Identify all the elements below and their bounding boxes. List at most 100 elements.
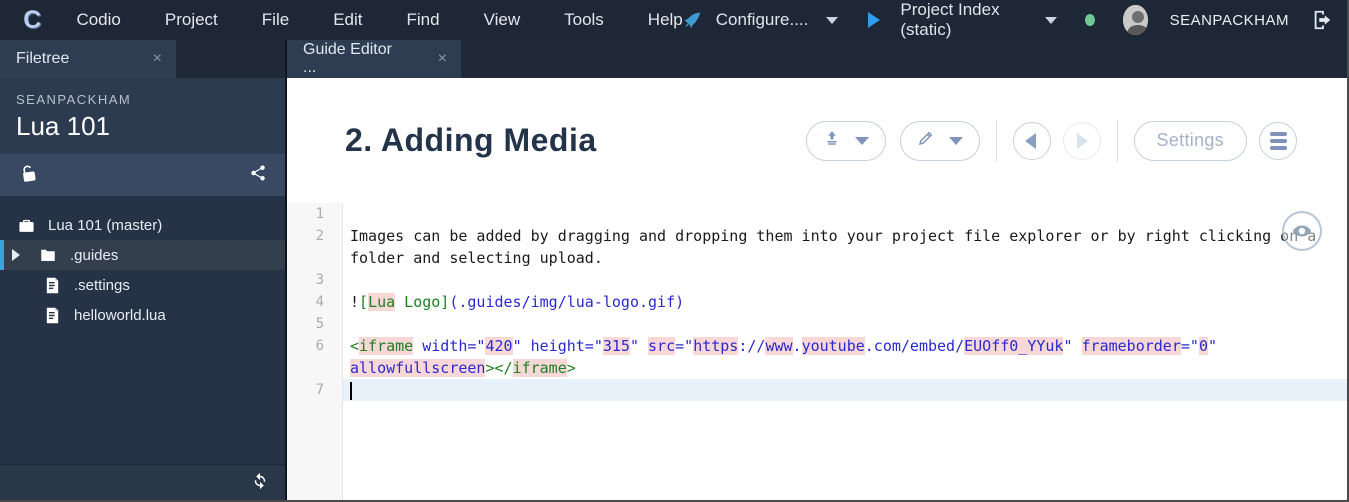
avatar[interactable] (1123, 5, 1148, 35)
editor-panel: Guide Editor ... × 2. Adding Media Setti… (285, 40, 1347, 500)
top-menu-bar: C Codio Project File Edit Find View Tools Help … (0, 0, 1347, 40)
upload-dropdown-button[interactable] (805, 120, 886, 161)
code-line-5[interactable]: 5 (287, 313, 1347, 335)
preview-eye-icon (1292, 225, 1312, 237)
filetree-toolbar (0, 154, 285, 196)
gutter (287, 401, 343, 500)
code-line-2[interactable]: 2 Images can be added by dragging and dro… (287, 225, 1347, 269)
line-number: 7 (287, 379, 343, 401)
code-line-7[interactable]: 7 (287, 379, 1347, 401)
menu-button[interactable] (1259, 121, 1297, 160)
hamburger-icon (1269, 131, 1287, 150)
line-number: 5 (287, 313, 343, 335)
topbar-right: Configure.... Project Index (static) SEA… (683, 0, 1333, 40)
filetree-panel: Filetree × SEANPACKHAM Lua 101 Lua 101 (… (0, 40, 285, 500)
configure-caret-icon[interactable] (826, 16, 839, 24)
menu-tools[interactable]: Tools (564, 10, 604, 30)
line-content[interactable] (343, 203, 1347, 225)
guide-editor-content: 2. Adding Media Settings 1 2 Images can … (287, 78, 1347, 500)
tab-guide-editor-label: Guide Editor ... (303, 41, 392, 76)
close-icon[interactable]: × (438, 50, 447, 68)
page-title: 2. Adding Media (345, 122, 597, 158)
tab-guide-editor[interactable]: Guide Editor ... × (287, 40, 461, 78)
main-menus: Codio Project File Edit Find View Tools Help (76, 10, 682, 30)
code-line-1[interactable]: 1 (287, 203, 1347, 225)
project-header: SEANPACKHAM Lua 101 (0, 78, 285, 154)
tree-item--guides[interactable]: .guides (0, 240, 285, 270)
briefcase-icon (16, 217, 36, 234)
file-icon (42, 277, 62, 294)
tree-item-helloworld-lua[interactable]: helloworld.lua (0, 300, 285, 330)
line-content[interactable]: Images can be added by dragging and drop… (343, 225, 1347, 269)
line-number: 3 (287, 269, 343, 291)
tab-filetree[interactable]: Filetree × (0, 40, 176, 78)
editor-empty-area[interactable] (287, 401, 1347, 500)
sidebar-tabbar: Filetree × (0, 40, 285, 78)
file-icon (42, 307, 62, 324)
upload-icon (823, 129, 841, 152)
tab-filetree-label: Filetree (16, 50, 70, 67)
code-line-4[interactable]: 4 ![Lua Logo](.guides/img/lua-logo.gif) (287, 291, 1347, 313)
codio-logo-icon[interactable]: C (18, 5, 46, 35)
line-content[interactable] (343, 379, 1347, 401)
guide-toolbar: Settings (805, 119, 1297, 162)
line-content[interactable]: ![Lua Logo](.guides/img/lua-logo.gif) (343, 291, 1347, 313)
code-line-6[interactable]: 6 <iframe width="420" height="315" src="h… (287, 335, 1347, 379)
line-number: 1 (287, 203, 343, 225)
project-title: Lua 101 (16, 111, 110, 141)
settings-button[interactable]: Settings (1133, 120, 1247, 161)
menu-project[interactable]: Project (165, 10, 218, 30)
tree-item-label: .guides (70, 246, 119, 264)
toolbar-divider (995, 119, 997, 162)
tree-item-label: Lua 101 (master) (48, 216, 163, 234)
refresh-icon[interactable] (251, 472, 269, 495)
logout-icon[interactable] (1311, 9, 1333, 31)
tree-item--settings[interactable]: .settings (0, 270, 285, 300)
line-content[interactable] (343, 313, 1347, 335)
tree-item-lua-101-master-[interactable]: Lua 101 (master) (0, 210, 285, 240)
username-label[interactable]: SEANPACKHAM (1170, 12, 1289, 29)
run-target-menu[interactable]: Project Index (static) (900, 0, 1027, 40)
line-number: 6 (287, 335, 343, 379)
project-owner-label: SEANPACKHAM (16, 92, 132, 107)
menu-view[interactable]: View (484, 10, 521, 30)
rocket-icon (683, 11, 702, 30)
filetree-bottombar (0, 464, 285, 500)
run-target-caret-icon[interactable] (1045, 16, 1058, 24)
guide-header: 2. Adding Media Settings (287, 78, 1347, 203)
forward-button[interactable] (1062, 121, 1101, 160)
tree-item-label: .settings (74, 276, 130, 294)
toolbar-divider (1116, 119, 1118, 162)
editor-tabbar: Guide Editor ... × (287, 40, 1347, 78)
code-line-3[interactable]: 3 (287, 269, 1347, 291)
preview-button[interactable] (1282, 211, 1322, 251)
menu-help[interactable]: Help (648, 10, 683, 30)
file-tree: Lua 101 (master) .guides .settings hellowor… (0, 196, 285, 464)
line-number: 2 (287, 225, 343, 269)
menu-find[interactable]: Find (406, 10, 439, 30)
edit-dropdown-button[interactable] (899, 120, 980, 161)
pencil-icon (917, 129, 935, 152)
line-content[interactable]: <iframe width="420" height="315" src="ht… (343, 335, 1347, 379)
back-button[interactable] (1012, 121, 1051, 160)
tree-item-label: helloworld.lua (74, 306, 166, 324)
menu-edit[interactable]: Edit (333, 10, 362, 30)
chevron-down-icon (854, 136, 869, 145)
connection-status-dot (1085, 14, 1096, 26)
menu-codio[interactable]: Codio (76, 10, 120, 30)
share-icon[interactable] (249, 164, 267, 187)
line-number: 4 (287, 291, 343, 313)
run-play-icon[interactable] (868, 12, 881, 28)
close-icon[interactable]: × (153, 50, 162, 68)
text-cursor (350, 381, 352, 400)
codio-window: C Codio Project File Edit Find View Tools Help … (0, 0, 1349, 502)
folder-icon (38, 246, 58, 264)
menu-file[interactable]: File (262, 10, 289, 30)
line-content[interactable] (343, 269, 1347, 291)
unlock-icon[interactable] (18, 163, 38, 188)
expander-caret-icon[interactable] (12, 249, 20, 261)
code-editor[interactable]: 1 2 Images can be added by dragging and dr… (287, 203, 1347, 500)
configure-menu[interactable]: Configure.... (716, 10, 809, 30)
forward-icon (1077, 132, 1089, 149)
chevron-down-icon (948, 136, 963, 145)
